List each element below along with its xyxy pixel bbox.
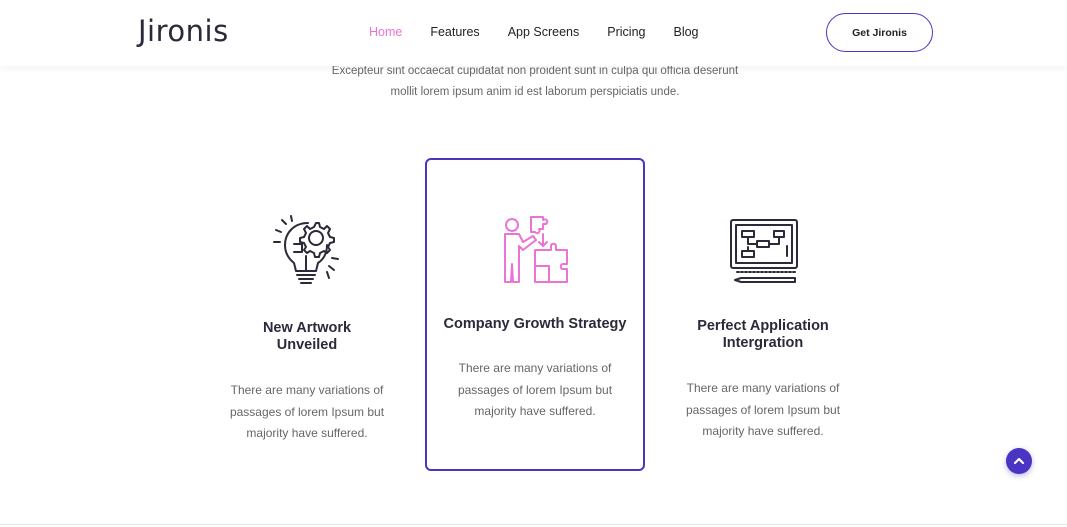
nav-blog[interactable]: Blog xyxy=(673,25,698,39)
feature-card-growth[interactable]: Company Growth Strategy There are many v… xyxy=(425,158,645,471)
feature-card-artwork: New Artwork Unveiled There are many vari… xyxy=(197,214,417,445)
logo[interactable]: Jironis xyxy=(138,14,229,48)
nav-home[interactable]: Home xyxy=(369,25,402,39)
section-intro: Excepteur sint occaecat cupidatat non pr… xyxy=(280,61,790,103)
intro-line-2: mollit lorem ipsum anim id est laborum p… xyxy=(390,86,680,98)
card-description: There are many variations of passages of… xyxy=(685,381,841,438)
lightbulb-gear-icon xyxy=(273,215,339,284)
navbar: Jironis Home Features App Screens Pricin… xyxy=(0,0,1067,66)
card-title: New Artwork Unveiled xyxy=(262,320,352,353)
nav-pricing[interactable]: Pricing xyxy=(607,25,645,39)
chevron-up-icon xyxy=(1013,457,1025,465)
feature-card-integration: Perfect Application Intergration There a… xyxy=(653,214,873,443)
card-description: There are many variations of passages of… xyxy=(457,361,613,418)
monitor-flowchart-icon xyxy=(730,219,798,283)
scroll-to-top-button[interactable] xyxy=(1006,448,1032,474)
nav-app-screens[interactable]: App Screens xyxy=(508,25,580,39)
card-title: Perfect Application Intergration xyxy=(697,318,829,351)
person-puzzle-icon xyxy=(504,216,568,283)
get-jironis-button[interactable]: Get Jironis xyxy=(826,13,933,52)
main-nav: Home Features App Screens Pricing Blog xyxy=(369,25,699,39)
section-divider xyxy=(0,524,1067,525)
card-description: There are many variations of passages of… xyxy=(229,383,385,440)
page: Jironis Home Features App Screens Pricin… xyxy=(0,0,1067,527)
nav-features[interactable]: Features xyxy=(430,25,479,39)
card-title: Company Growth Strategy xyxy=(443,316,627,332)
